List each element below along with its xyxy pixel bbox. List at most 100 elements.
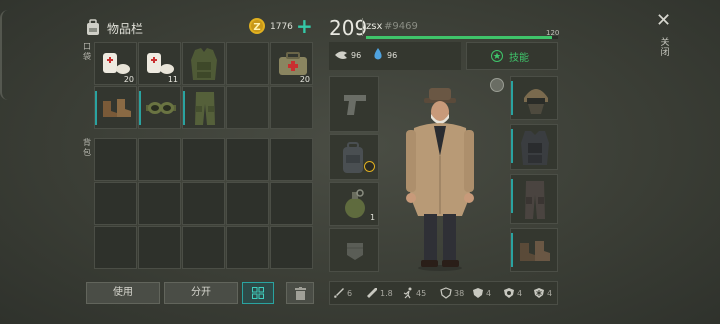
sword-icon (334, 288, 344, 298)
pocket-slot-5[interactable]: 20 (270, 42, 313, 85)
stat-value: 38 (454, 288, 465, 298)
health-bar (366, 36, 558, 39)
helmet-slot[interactable] (510, 76, 558, 120)
close-label[interactable]: 关闭 (660, 38, 670, 58)
backpack-slot[interactable] (226, 138, 269, 181)
food-icon (335, 51, 347, 59)
stat-cold: 4 (533, 286, 552, 300)
water-icon (374, 48, 382, 60)
star-icon (491, 50, 503, 62)
backpack-slot[interactable] (138, 182, 181, 225)
stat-value: 6 (347, 288, 353, 298)
backpack-slot[interactable] (182, 182, 225, 225)
backpack-slot[interactable] (138, 226, 181, 269)
coin-count: 1776 (270, 22, 293, 32)
pocket-slot-4[interactable] (226, 42, 269, 85)
backpack-slot[interactable] (226, 182, 269, 225)
stat-damage: 6 (333, 286, 352, 300)
equipped-marker (511, 129, 513, 163)
stat-speed: 45 (402, 286, 426, 300)
close-icon[interactable]: ✕ (656, 10, 671, 31)
pocket-slot-7[interactable] (138, 86, 181, 129)
grid-icon (252, 287, 264, 299)
body-armor-slot[interactable] (510, 124, 558, 170)
split-button[interactable]: 分开 (164, 282, 238, 304)
extra-slot[interactable] (329, 228, 379, 272)
health-bar-fill (366, 36, 553, 39)
backpack-slot[interactable] (138, 138, 181, 181)
player-name: zsx (366, 21, 383, 32)
left-edge-decoration (0, 10, 10, 100)
body-armor-icon (521, 131, 549, 165)
equipped-marker (95, 91, 97, 125)
grenade-icon (345, 189, 365, 218)
backpack-slot[interactable] (226, 226, 269, 269)
pocket-icon (347, 243, 363, 260)
backpack-slot[interactable] (270, 226, 313, 269)
skills-button[interactable]: 技能 (466, 42, 558, 70)
backpack-slot[interactable] (94, 138, 137, 181)
goggles-icon (146, 102, 176, 114)
run-icon (403, 287, 412, 299)
lock-badge-icon (364, 161, 375, 172)
backpack-slot[interactable] (94, 226, 137, 269)
stat-fire-rate: 1.8 (366, 286, 393, 300)
backpack-icon (84, 18, 102, 36)
stat-bio: 4 (503, 286, 522, 300)
pocket-slot-1[interactable]: 20 (94, 42, 137, 85)
bandage-icon (103, 53, 130, 74)
player-id: #9469 (384, 21, 418, 32)
legs-slot[interactable] (510, 174, 558, 224)
player-character (406, 88, 474, 271)
boots-icon (520, 241, 550, 261)
item-count: 20 (123, 75, 134, 84)
gun-icon (367, 288, 377, 298)
tactical-vest-icon (191, 48, 217, 80)
backpack-slot[interactable] (182, 226, 225, 269)
pocket-slot-3[interactable] (182, 42, 225, 85)
equipped-marker (139, 91, 141, 125)
pocket-slot-10[interactable] (270, 86, 313, 129)
trash-icon (294, 287, 306, 300)
grenade-count: 1 (370, 213, 376, 222)
armor-icon (473, 288, 483, 298)
backpack-slot[interactable] (94, 182, 137, 225)
inventory-title: 物品栏 (107, 22, 144, 36)
pocket-slot-2[interactable]: 11 (138, 42, 181, 85)
delete-button[interactable] (286, 282, 314, 304)
water-value: 96 (387, 51, 398, 60)
food-value: 96 (351, 51, 362, 60)
use-button[interactable]: 使用 (86, 282, 160, 304)
stat-value: 1.8 (380, 288, 393, 298)
helmet-icon (524, 89, 548, 114)
backpack-icon (343, 142, 363, 173)
skills-label: 技能 (509, 53, 529, 64)
equipped-marker (511, 233, 513, 267)
pocket-slot-6[interactable] (94, 86, 137, 129)
stat-value: 45 (416, 288, 427, 298)
item-count: 20 (299, 75, 310, 84)
weapon-slot[interactable] (329, 76, 379, 132)
grenade-slot[interactable]: 1 (329, 182, 379, 226)
item-count: 11 (167, 75, 178, 84)
equipped-marker (511, 179, 513, 213)
backpack-slot[interactable] (270, 182, 313, 225)
shield-icon (440, 287, 452, 299)
cold-icon (534, 288, 544, 298)
equipped-marker (183, 91, 185, 125)
outfit-badge-icon[interactable] (490, 78, 504, 92)
pants-icon (195, 92, 215, 125)
stat-defense: 38 (440, 286, 464, 300)
sort-button[interactable] (242, 282, 274, 304)
add-coins-button[interactable]: + (296, 14, 313, 38)
backpack-slot[interactable] (270, 138, 313, 181)
stat-value: 4 (486, 288, 492, 298)
boots-slot[interactable] (510, 228, 558, 272)
coin-icon: Z (248, 17, 266, 35)
backpack-equip-slot[interactable] (329, 134, 379, 180)
backpack-slot[interactable] (182, 138, 225, 181)
backpack-label: 背包 (83, 138, 91, 157)
pocket-slot-9[interactable] (226, 86, 269, 129)
first-aid-kit-icon (279, 52, 307, 75)
pocket-slot-8[interactable] (182, 86, 225, 129)
